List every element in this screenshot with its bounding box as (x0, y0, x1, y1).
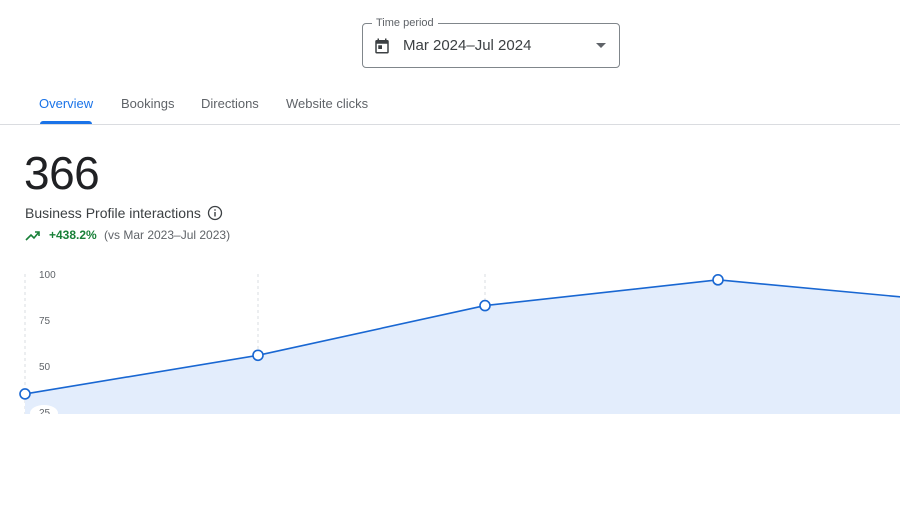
data-point-may-2024 (479, 299, 491, 312)
time-period-value: Mar 2024–Jul 2024 (403, 37, 532, 54)
dropdown-arrow-icon (596, 43, 606, 48)
comparison-period: (vs Mar 2023–Jul 2023) (104, 228, 231, 242)
y-tick-label-50: 50 (39, 362, 51, 373)
info-icon[interactable] (207, 205, 223, 221)
data-point-jun-2024 (712, 274, 724, 286)
calendar-icon (375, 38, 389, 54)
data-point-apr-2024 (252, 349, 264, 362)
tab-directions[interactable]: Directions (201, 96, 259, 112)
tab-website-clicks[interactable]: Website clicks (286, 96, 368, 112)
y-tick-label-100: 100 (39, 270, 56, 281)
time-period-select[interactable]: Time period Mar 2024–Jul 2024 (362, 16, 620, 68)
y-tick-label-25: 25 (39, 408, 51, 414)
series-area (25, 279, 900, 414)
trend-percentage: +438.2% (49, 228, 97, 242)
tab-bookings[interactable]: Bookings (121, 96, 174, 112)
metric-label: Business Profile interactions (25, 205, 201, 221)
interactions-chart: 25 50 75 100 (0, 262, 900, 414)
time-period-legend: Time period (372, 16, 438, 30)
tab-overview[interactable]: Overview (39, 96, 93, 112)
active-tab-indicator (40, 121, 92, 124)
total-interactions-value: 366 (24, 147, 100, 199)
metric-tabs: Overview Bookings Directions Website cli… (0, 86, 900, 125)
y-tick-label-75: 75 (39, 316, 51, 327)
chart-svg: 25 50 75 100 (19, 270, 900, 414)
data-point-mar-2024 (19, 388, 31, 400)
performance-page: Time period Mar 2024–Jul 2024 Overview B… (0, 0, 900, 506)
trending-up-icon (25, 231, 40, 241)
